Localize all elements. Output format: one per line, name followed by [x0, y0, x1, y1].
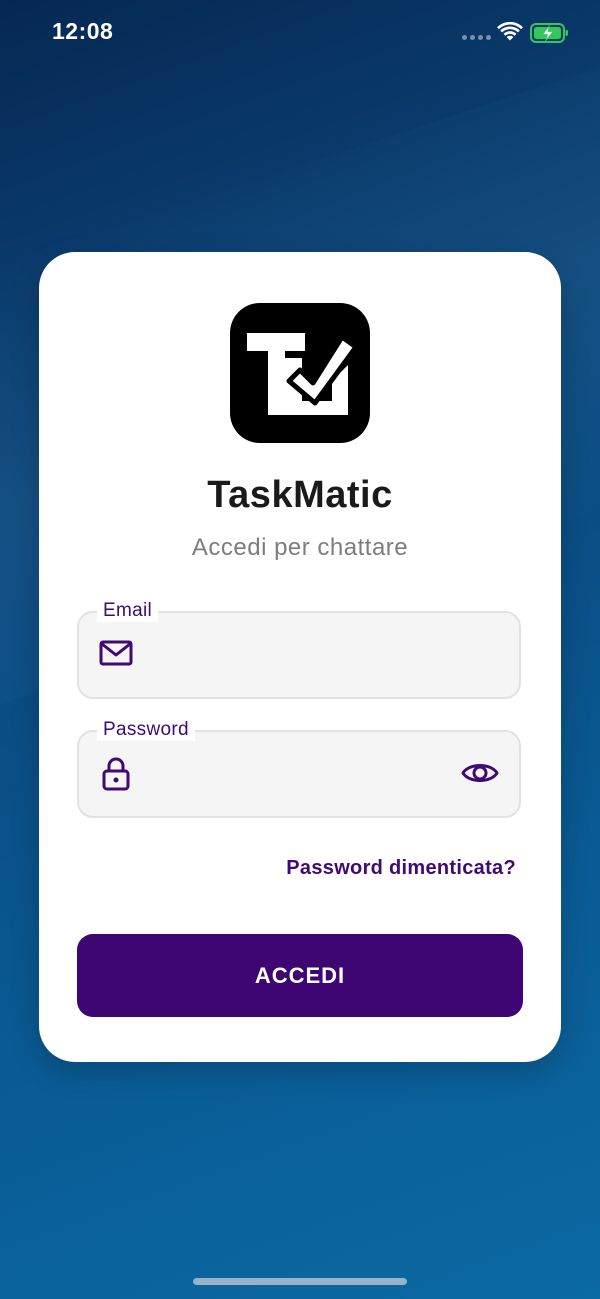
password-input[interactable]	[147, 750, 441, 800]
email-label: Email	[97, 600, 159, 622]
lock-icon	[102, 757, 130, 791]
signal-dots-icon	[462, 35, 491, 40]
password-label: Password	[97, 719, 195, 741]
wifi-icon	[497, 22, 523, 41]
password-field[interactable]: Password	[77, 719, 521, 818]
email-field[interactable]: Email	[77, 600, 521, 699]
app-title: TaskMatic	[207, 474, 393, 516]
forgot-password-link[interactable]: Password dimenticata?	[286, 857, 516, 880]
taskmatic-logo-icon	[230, 303, 370, 443]
status-bar: 12:08	[0, 0, 600, 70]
home-indicator[interactable]	[193, 1278, 407, 1285]
eye-icon[interactable]	[461, 758, 499, 788]
login-button[interactable]: ACCEDI	[77, 934, 523, 1017]
mail-icon	[99, 640, 133, 666]
status-time: 12:08	[52, 18, 114, 44]
battery-charging-icon	[530, 23, 568, 43]
email-input[interactable]	[147, 631, 451, 681]
app-subtitle: Accedi per chattare	[191, 534, 409, 561]
login-card: TaskMatic Accedi per chattare Email Pass…	[39, 252, 561, 1062]
